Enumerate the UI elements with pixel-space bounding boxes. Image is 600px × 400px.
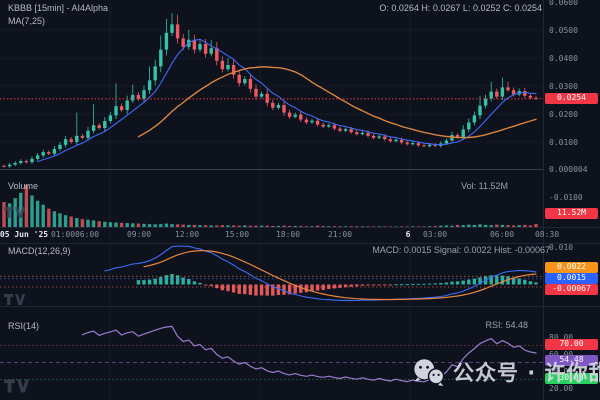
- price-axis-tick: -0.0100: [549, 193, 583, 202]
- time-axis-label: 08:30: [535, 230, 559, 239]
- time-axis-label: 03:00: [423, 230, 447, 239]
- price-axis-tick: 0.000004: [549, 165, 588, 174]
- time-axis-label: 09:00: [127, 230, 151, 239]
- time-axis-label: 05 Jun '25: [0, 230, 48, 239]
- macd-hist-badge: -0.00067: [545, 284, 598, 295]
- price-axis-tick: 0.0300: [549, 82, 578, 91]
- volume-badge: 11.52M: [545, 208, 598, 219]
- tradingview-logo: [4, 206, 26, 220]
- volume-readout: Vol: 11.52M: [461, 181, 508, 191]
- watermark-text: 公众号 · 许你甜梦: [453, 357, 600, 387]
- wechat-icon: [412, 358, 446, 387]
- ma-indicator-label[interactable]: MA(7,25): [8, 16, 45, 26]
- price-axis-tick: 0.0600: [549, 0, 578, 7]
- macd-readout: MACD: 0.0015 Signal: 0.0022 Hist: -0.000…: [372, 245, 550, 255]
- symbol-title[interactable]: KBBB [15min] - AI4Alpha: [8, 3, 108, 13]
- price-axis-tick: 0.0500: [549, 26, 578, 35]
- macd-axis-tick: 0.010: [549, 243, 573, 252]
- volume-indicator-label[interactable]: Volume: [8, 181, 38, 191]
- macd-line-badge: 0.0015: [545, 273, 598, 284]
- price-axis-tick: 0.0100: [549, 138, 578, 147]
- price-axis-tick: 0.0200: [549, 110, 578, 119]
- time-axis-label: 06:00: [490, 230, 514, 239]
- rsi-readout: RSI: 54.48: [485, 320, 528, 330]
- time-axis-label: 21:00: [328, 230, 352, 239]
- time-axis-label: 6: [406, 230, 411, 239]
- macd-signal-badge: 0.0022: [545, 262, 598, 273]
- time-axis-label: 12:00: [175, 230, 199, 239]
- macd-indicator-label[interactable]: MACD(12,26,9): [8, 246, 71, 256]
- time-axis-label: 18:00: [276, 230, 300, 239]
- last-price-badge: 0.0254: [545, 93, 598, 104]
- tradingview-logo: [4, 293, 26, 307]
- time-axis-label: 06:00: [75, 230, 99, 239]
- time-axis-label: 15:00: [225, 230, 249, 239]
- tradingview-chart-window: KBBB [15min] - AI4Alpha MA(7,25) O: 0.02…: [0, 0, 600, 400]
- rsi-upper-band-badge: 70.00: [545, 339, 598, 350]
- price-axis-tick: 0.0400: [549, 54, 578, 63]
- wechat-watermark: 公众号 · 许你甜梦: [412, 357, 600, 387]
- chart-canvas[interactable]: [0, 0, 600, 400]
- ohlc-readout: O: 0.0264 H: 0.0267 L: 0.0252 C: 0.0254: [379, 3, 542, 13]
- rsi-indicator-label[interactable]: RSI(14): [8, 321, 39, 331]
- time-axis-label: 01:00: [51, 230, 75, 239]
- tradingview-logo: [4, 378, 30, 395]
